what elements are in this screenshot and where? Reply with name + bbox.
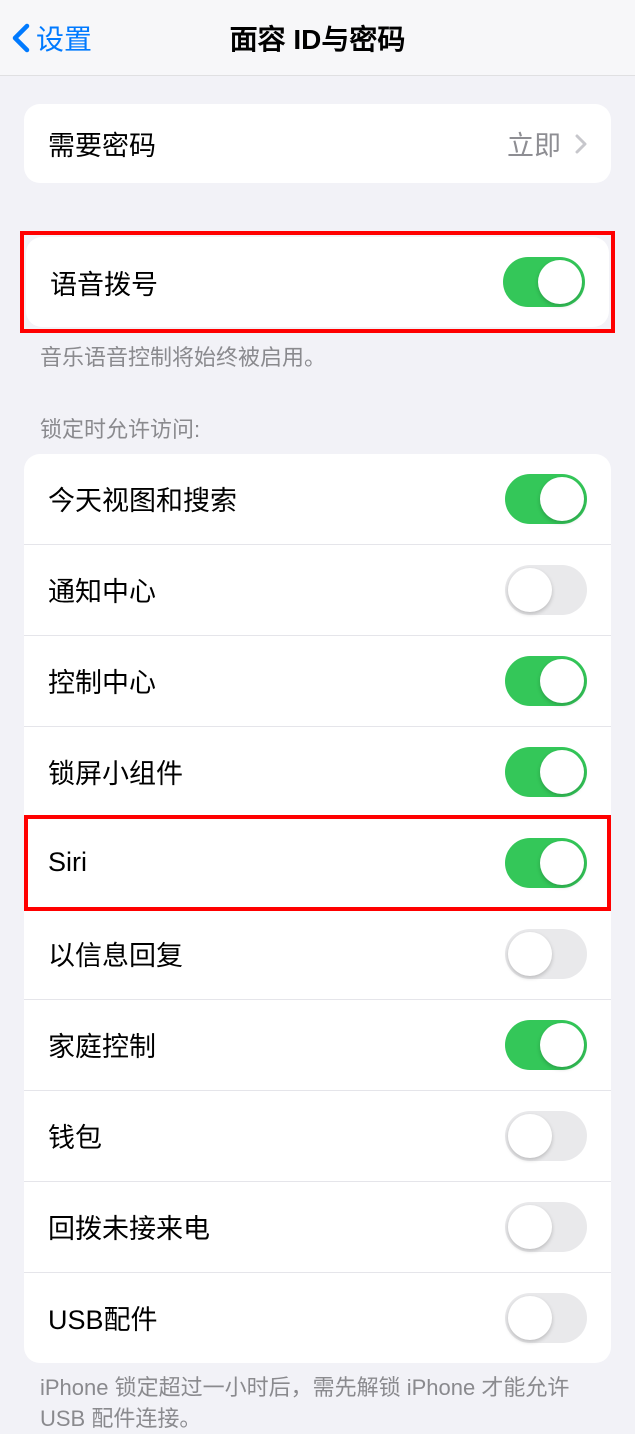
lock-screen-item-label: 今天视图和搜索 [48, 479, 237, 518]
require-passcode-label: 需要密码 [48, 124, 156, 163]
back-label: 设置 [36, 18, 92, 58]
lock-screen-item-toggle[interactable] [505, 1202, 587, 1252]
lock-screen-row: 通知中心 [24, 545, 611, 636]
lock-screen-row: 锁屏小组件 [24, 727, 611, 818]
voice-dial-toggle[interactable] [503, 257, 585, 307]
lock-screen-row: 回拨未接来电 [24, 1182, 611, 1273]
lock-screen-item-label: 通知中心 [48, 570, 156, 609]
require-passcode-value: 立即 [507, 124, 561, 163]
lock-screen-item-label: 控制中心 [48, 661, 156, 700]
back-button[interactable]: 设置 [0, 18, 92, 58]
lock-screen-item-toggle[interactable] [505, 656, 587, 706]
page-title: 面容 ID与密码 [230, 18, 406, 58]
lock-screen-item-label: 锁屏小组件 [48, 752, 183, 791]
lock-screen-item-toggle[interactable] [505, 1020, 587, 1070]
lock-screen-item-toggle[interactable] [505, 929, 587, 979]
lock-screen-row: 家庭控制 [24, 1000, 611, 1091]
lock-screen-row: Siri [24, 818, 611, 909]
lock-screen-footer: iPhone 锁定超过一小时后，需先解锁 iPhone 才能允许 USB 配件连… [0, 1363, 635, 1434]
voice-dial-label: 语音拨号 [50, 263, 158, 302]
voice-dial-row: 语音拨号 [26, 237, 609, 327]
lock-screen-item-label: 家庭控制 [48, 1025, 156, 1064]
lock-screen-item-toggle[interactable] [505, 838, 587, 888]
lock-screen-item-toggle[interactable] [505, 565, 587, 615]
lock-screen-row: USB配件 [24, 1273, 611, 1363]
lock-screen-item-label: 回拨未接来电 [48, 1207, 210, 1246]
lock-screen-row: 控制中心 [24, 636, 611, 727]
require-passcode-row[interactable]: 需要密码 立即 [24, 104, 611, 183]
highlight-voice-dial: 语音拨号 [20, 231, 615, 333]
lock-screen-item-toggle[interactable] [505, 1111, 587, 1161]
lock-screen-group: 今天视图和搜索通知中心控制中心锁屏小组件 Siri 以信息回复家庭控制钱包回拨未接来… [24, 454, 611, 1363]
nav-header: 设置 面容 ID与密码 [0, 0, 635, 76]
lock-screen-item-toggle[interactable] [505, 474, 587, 524]
voice-dial-footer: 音乐语音控制将始终被启用。 [0, 333, 635, 374]
lock-screen-item-label: USB配件 [48, 1298, 158, 1337]
lock-screen-item-label: 以信息回复 [48, 934, 183, 973]
lock-screen-item-label: 钱包 [48, 1116, 102, 1155]
lock-screen-row: 钱包 [24, 1091, 611, 1182]
lock-screen-item-toggle[interactable] [505, 747, 587, 797]
lock-screen-item-toggle[interactable] [505, 1293, 587, 1343]
lock-screen-row: 以信息回复 [24, 909, 611, 1000]
chevron-left-icon [12, 23, 30, 53]
lock-screen-header: 锁定时允许访问: [0, 412, 635, 454]
lock-screen-item-label: Siri [48, 847, 87, 878]
lock-screen-row: 今天视图和搜索 [24, 454, 611, 545]
chevron-right-icon [575, 134, 587, 154]
